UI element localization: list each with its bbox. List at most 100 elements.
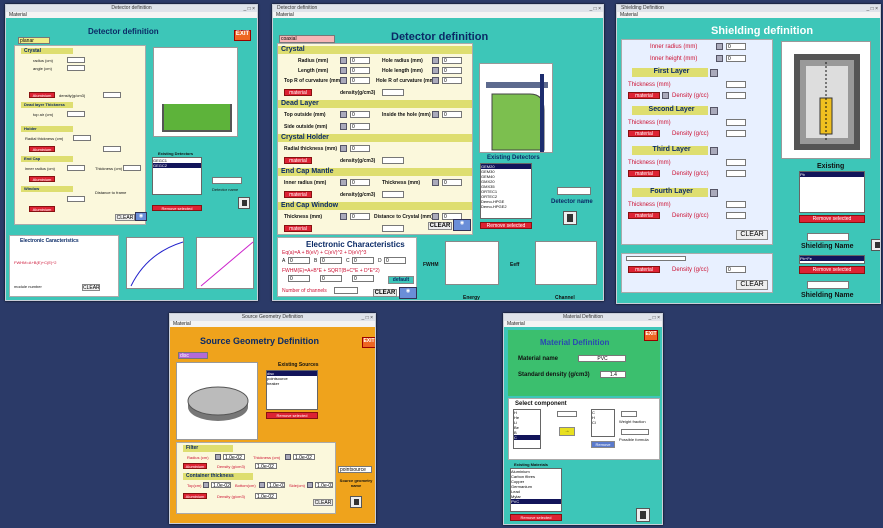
- top-input[interactable]: 1.0e-02: [211, 482, 231, 488]
- fwhm-a-input[interactable]: 0: [288, 275, 310, 282]
- window-thk-stepper[interactable]: [340, 213, 347, 220]
- components-list[interactable]: C H Cl: [591, 409, 615, 437]
- list-item[interactable]: Demo-HPGE2: [481, 204, 531, 209]
- inner-radius-stepper[interactable]: [340, 179, 347, 186]
- density-input[interactable]: [103, 92, 121, 98]
- third-dens-input[interactable]: [726, 170, 746, 177]
- crystal-material-button[interactable]: material: [284, 89, 312, 96]
- side-stepper[interactable]: [307, 482, 313, 488]
- remove-selected-button[interactable]: Remove selected: [799, 215, 865, 223]
- list-item[interactable]: PVC: [511, 499, 561, 504]
- clear-button[interactable]: CLEAR: [428, 222, 452, 230]
- window-controls[interactable]: _ □ ×: [244, 6, 256, 13]
- save-button[interactable]: [636, 508, 650, 522]
- clear-button-2[interactable]: CLEAR: [82, 284, 100, 291]
- save-button[interactable]: [871, 239, 880, 251]
- holder-density-input[interactable]: [382, 157, 404, 164]
- radius-input[interactable]: [67, 57, 85, 63]
- mantle-density-input[interactable]: [382, 191, 404, 198]
- endcap-material-button[interactable]: Aluminium: [29, 176, 55, 182]
- lower-mat-button[interactable]: material: [628, 266, 660, 273]
- source-name-input[interactable]: pointsource: [338, 466, 372, 473]
- list-item[interactable]: Pb+Fe: [800, 256, 864, 261]
- shape-select[interactable]: planar: [18, 37, 50, 44]
- existing-detectors-list[interactable]: GEGC1 GEGC2: [152, 157, 202, 195]
- fwhm-b-input[interactable]: 0: [320, 275, 342, 282]
- remove-selected-button-2[interactable]: Remove selected: [799, 266, 865, 274]
- inner-radius-stepper[interactable]: [716, 43, 723, 50]
- clear-button[interactable]: CLEAR: [115, 214, 135, 221]
- remove-selected-button[interactable]: Remove selected: [266, 412, 318, 419]
- list-item[interactable]: Cl: [592, 420, 614, 425]
- exit-button[interactable]: EXIT: [362, 337, 375, 348]
- side-outside-stepper[interactable]: [340, 123, 347, 130]
- list-item[interactable]: C: [514, 435, 540, 440]
- bottom-input[interactable]: 1.0e-02: [267, 482, 285, 488]
- clear-button-2[interactable]: CLEAR: [373, 289, 397, 297]
- first-layer-toggle[interactable]: [710, 69, 718, 77]
- shape-select[interactable]: coaxial: [279, 35, 335, 43]
- shape-select[interactable]: disc: [178, 352, 208, 359]
- channels-input[interactable]: [334, 287, 358, 294]
- weight-input[interactable]: [621, 411, 637, 417]
- first-thk-input[interactable]: [726, 81, 746, 88]
- coef-b-input[interactable]: 0: [320, 257, 342, 264]
- list-item[interactable]: Pb: [800, 172, 864, 177]
- coef-a-input[interactable]: 0: [288, 257, 310, 264]
- first-density-stepper[interactable]: [662, 92, 669, 99]
- crystal-material-button[interactable]: Aluminium: [29, 92, 55, 98]
- menu-material[interactable]: Material: [617, 12, 880, 18]
- window-thk-input[interactable]: [67, 196, 85, 202]
- remove-button[interactable]: Remove: [591, 441, 615, 448]
- fourth-thk-input[interactable]: [726, 201, 746, 208]
- radius-stepper[interactable]: [215, 454, 221, 460]
- save-button[interactable]: [238, 197, 250, 209]
- filter-mat-button[interactable]: Aluminium: [183, 463, 207, 469]
- radial-thk-input[interactable]: 0: [350, 145, 370, 152]
- thickness-input[interactable]: [123, 165, 141, 171]
- window-material-button[interactable]: material: [284, 225, 312, 232]
- top-curv-stepper[interactable]: [340, 77, 347, 84]
- fwhm-c-input[interactable]: 0: [352, 275, 374, 282]
- inner-height-input[interactable]: 0: [726, 55, 746, 62]
- remove-selected-button[interactable]: Remove selected: [510, 514, 562, 521]
- view-button-2[interactable]: ◉: [399, 287, 417, 299]
- length-stepper[interactable]: [340, 67, 347, 74]
- menu-material[interactable]: Material: [504, 321, 662, 327]
- radius-stepper[interactable]: [340, 57, 347, 64]
- window-density-input[interactable]: [382, 225, 404, 232]
- add-arrow-button[interactable]: →: [559, 427, 575, 436]
- remove-selected-button[interactable]: Remove selected: [480, 222, 532, 229]
- holder-density-input[interactable]: [103, 146, 121, 152]
- default-button[interactable]: default: [388, 276, 414, 284]
- existing-shielding-list[interactable]: Pb: [799, 171, 865, 213]
- mantle-material-button[interactable]: material: [284, 191, 312, 198]
- inner-input[interactable]: [67, 165, 85, 171]
- coef-d-input[interactable]: 0: [384, 257, 406, 264]
- elements-list[interactable]: H He Li Be B C: [513, 409, 541, 449]
- first-mat-button[interactable]: material: [628, 92, 660, 99]
- radial-thk-stepper[interactable]: [340, 145, 347, 152]
- side-input[interactable]: 1.0e-02: [315, 482, 333, 488]
- menu-material[interactable]: Material: [273, 12, 603, 18]
- fourth-dens-input[interactable]: [726, 212, 746, 219]
- formula-input[interactable]: [621, 429, 649, 435]
- mantle-thk-input[interactable]: 0: [442, 179, 462, 186]
- lower-dens-input[interactable]: 0: [726, 266, 746, 273]
- hole-curv-stepper[interactable]: [432, 77, 439, 84]
- angle-input[interactable]: [67, 65, 85, 71]
- third-thk-input[interactable]: [726, 159, 746, 166]
- top-stepper[interactable]: [203, 482, 209, 488]
- second-mat-button[interactable]: material: [628, 130, 660, 137]
- container-density-input[interactable]: 1.0e-02: [255, 493, 277, 499]
- radius-input[interactable]: 0: [350, 57, 370, 64]
- hole-radius-input[interactable]: 0: [442, 57, 462, 64]
- existing-sources-list[interactable]: disc pointsource beaker: [266, 370, 318, 410]
- menu-material[interactable]: Material: [170, 321, 375, 327]
- exit-button[interactable]: EXIT: [234, 30, 251, 41]
- save-button[interactable]: [563, 211, 577, 225]
- length-input[interactable]: 0: [350, 67, 370, 74]
- detector-name-input[interactable]: [212, 177, 242, 184]
- shielding-name-input[interactable]: [807, 233, 849, 241]
- third-layer-toggle[interactable]: [710, 147, 718, 155]
